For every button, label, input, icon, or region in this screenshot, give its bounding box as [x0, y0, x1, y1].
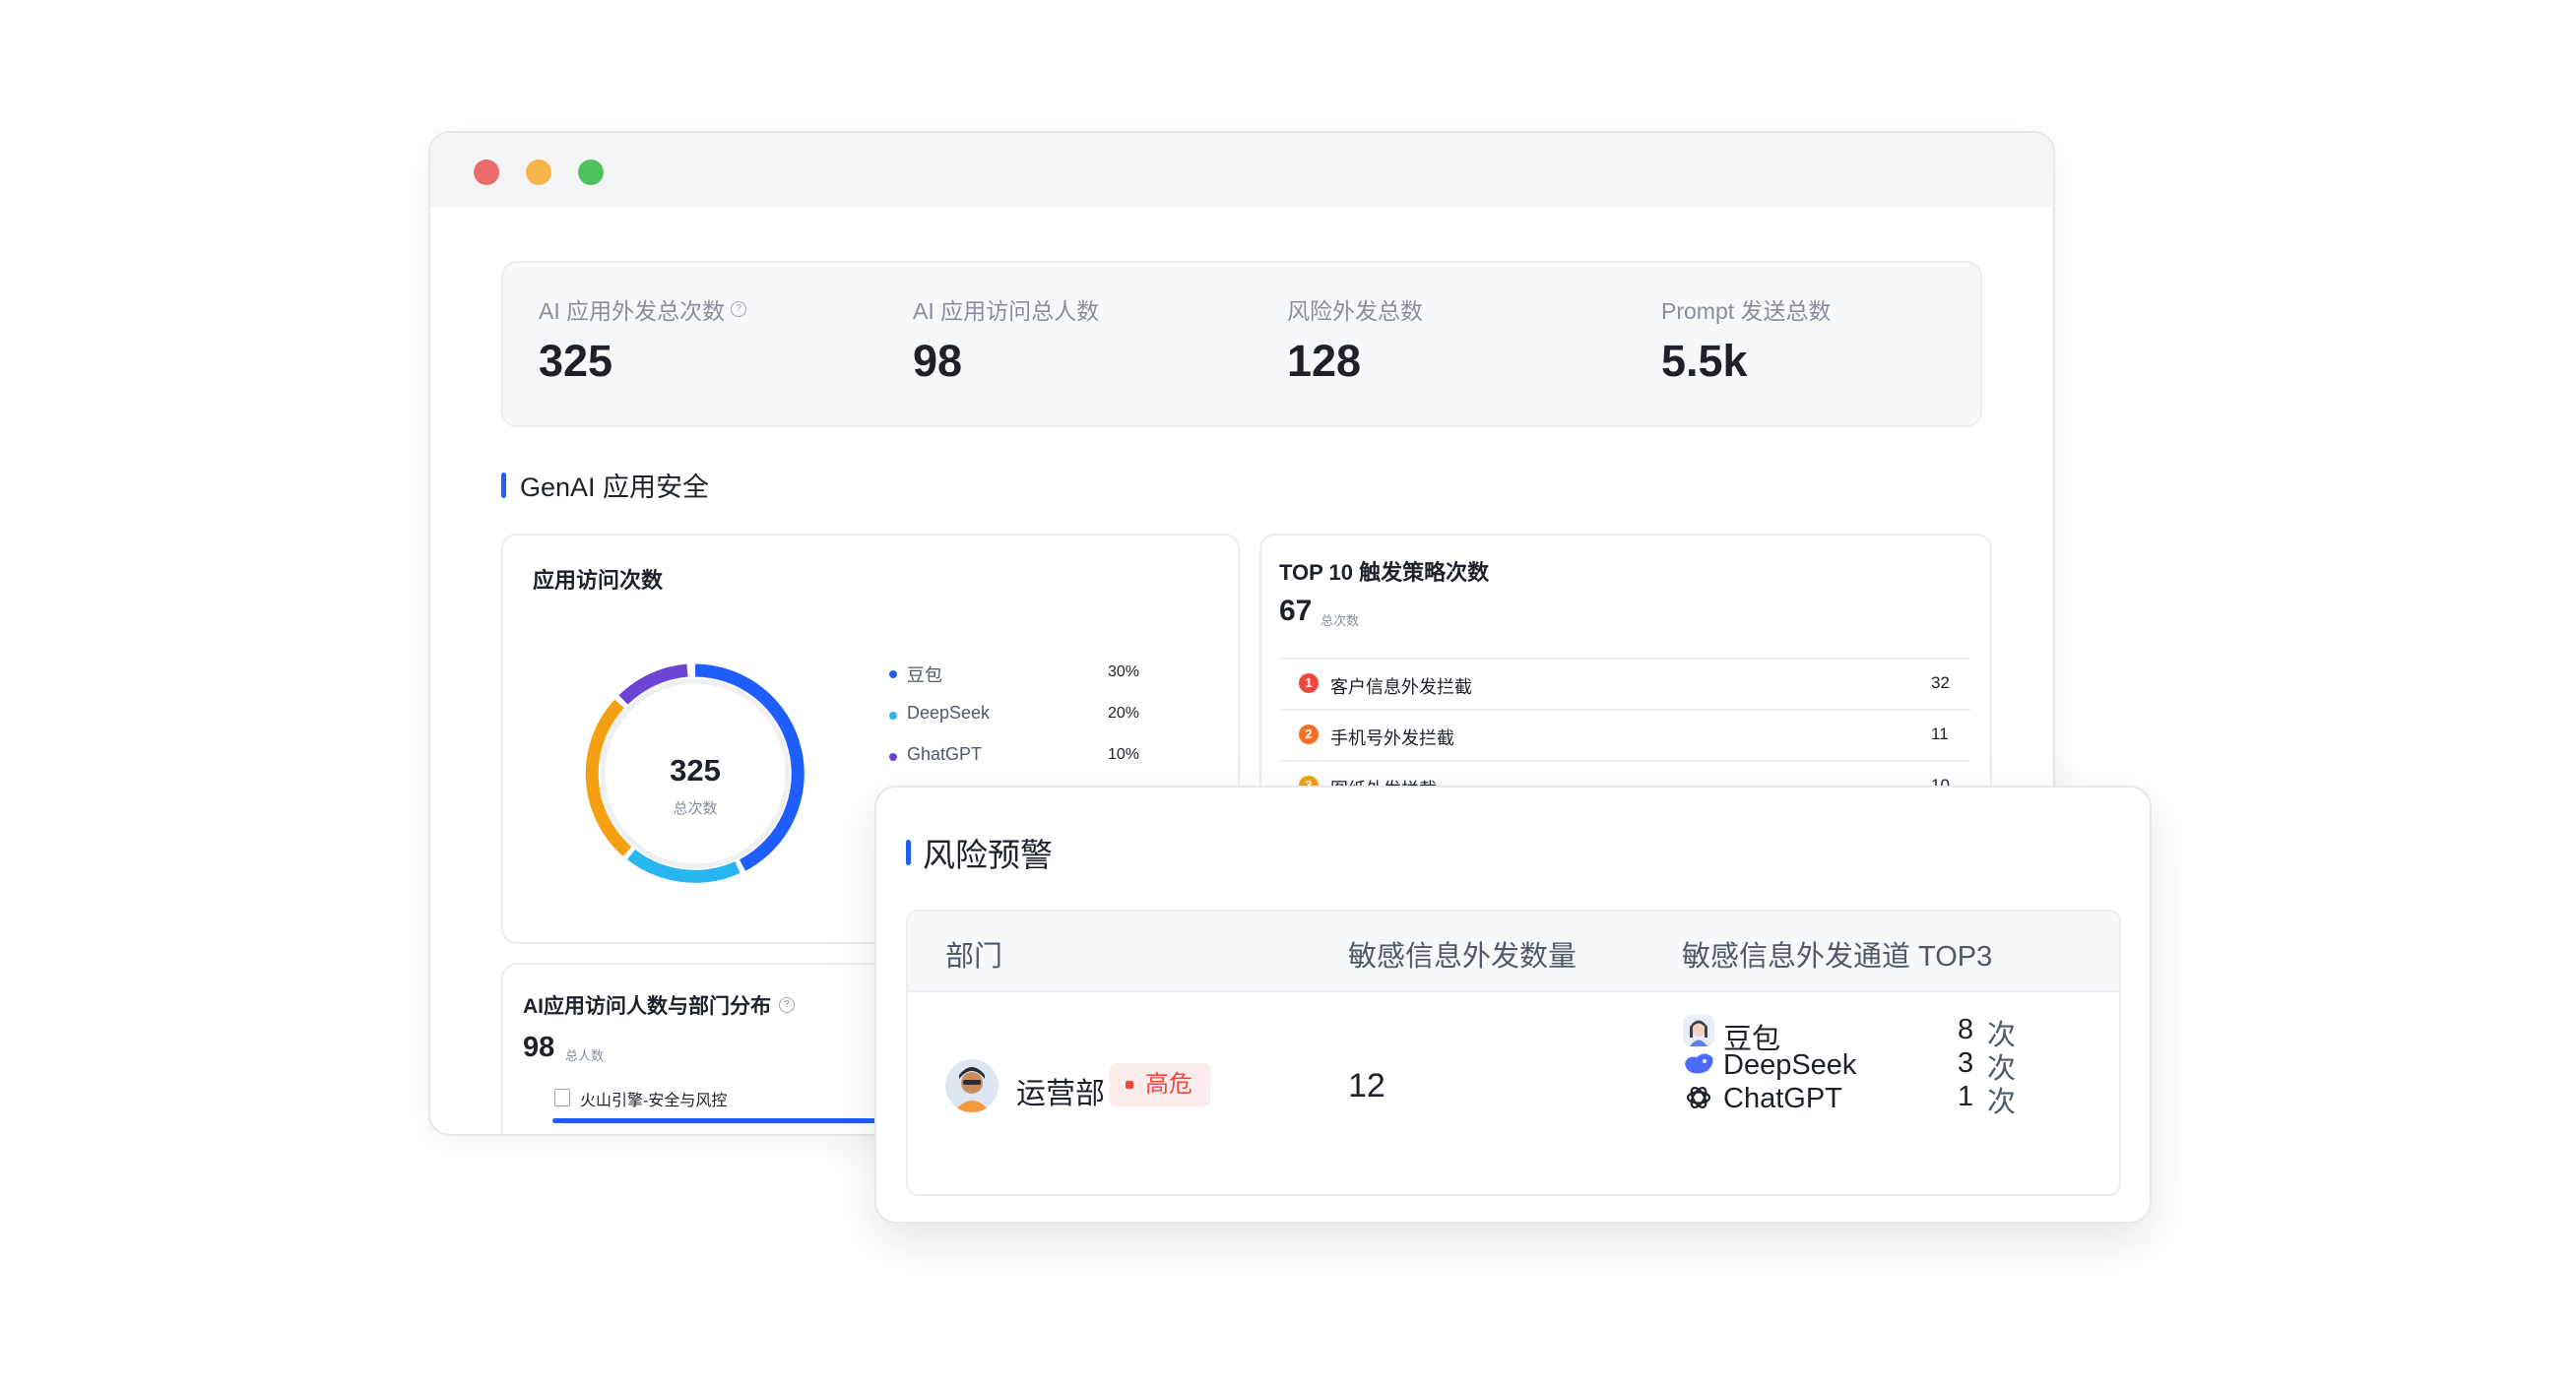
stat-total-outbound: AI 应用外发总次数? 325 [539, 292, 747, 387]
policy-count: 11 [1931, 725, 1949, 743]
risk-alert-card: 风险预警 部门 敏感信息外发数量 敏感信息外发通道 TOP3 运营部 高危 12 [874, 786, 2152, 1224]
channel-count: 1 [1958, 1081, 1974, 1112]
channel-unit: 次 [1987, 1087, 2017, 1118]
donut-chart: 325 总次数 [585, 663, 805, 883]
legend-dot [889, 670, 897, 678]
stat-label: AI 应用访问总人数 [913, 298, 1100, 324]
stat-risk-outbound: 风险外发总数 128 [1287, 292, 1423, 387]
sensitive-count: 12 [1348, 1067, 1385, 1104]
dept-total-label: 总人数 [565, 1048, 605, 1063]
legend-dot [889, 712, 897, 720]
legend-item: GhatGPT 10% [889, 744, 1185, 774]
risk-table: 部门 敏感信息外发数量 敏感信息外发通道 TOP3 运营部 高危 12 豆包 8… [906, 910, 2121, 1196]
stat-value: 128 [1287, 336, 1362, 386]
policy-row[interactable]: 1 客户信息外发拦截 32 [1281, 658, 1970, 711]
stat-label: Prompt 发送总数 [1661, 298, 1832, 324]
dept-row-label: 火山引擎-安全与风控 [580, 1093, 728, 1109]
legend-name: 豆包 [907, 665, 942, 685]
section-accent-bar [501, 472, 506, 498]
chatgpt-icon [1682, 1081, 1715, 1114]
column-header-channels: 敏感信息外发通道 TOP3 [1682, 941, 1993, 973]
legend-percent: 30% [1108, 663, 1140, 680]
close-window-button[interactable] [474, 159, 499, 185]
legend-percent: 20% [1108, 705, 1140, 722]
dept-total-value: 98 [523, 1032, 555, 1063]
card-title: TOP 10 触发策略次数 [1279, 560, 1490, 585]
top10-total-value: 67 [1279, 595, 1313, 627]
card-title: AI应用访问人数与部门分布 ? [523, 990, 795, 1020]
help-icon[interactable]: ? [779, 997, 795, 1013]
window-titlebar [430, 133, 2053, 207]
badge-dot [1126, 1081, 1133, 1089]
document-icon [554, 1089, 570, 1106]
help-icon[interactable]: ? [731, 301, 747, 317]
policy-count: 32 [1931, 673, 1950, 692]
stat-value: 98 [913, 336, 963, 386]
donut-total-value: 325 [670, 753, 721, 788]
legend-dot [889, 753, 897, 761]
card-title-text: AI应用访问人数与部门分布 [523, 995, 771, 1018]
risk-title: 风险预警 [906, 829, 1053, 876]
channel-name: ChatGPT [1723, 1083, 1842, 1114]
rank-badge: 2 [1299, 725, 1319, 744]
card-title: 应用访问次数 [533, 568, 664, 593]
policy-name: 客户信息外发拦截 [1330, 677, 1472, 697]
risk-level-badge: 高危 [1110, 1063, 1210, 1106]
legend-percent: 10% [1108, 746, 1140, 763]
stats-summary-panel: AI 应用外发总次数? 325 AI 应用访问总人数 98 风险外发总数 128… [501, 261, 1982, 427]
stat-value: 5.5k [1661, 336, 1748, 386]
stat-label: AI 应用外发总次数 [539, 298, 726, 324]
section-title: GenAI 应用安全 [501, 466, 709, 504]
legend-item: DeepSeek 20% [889, 703, 1185, 732]
column-header-dept: 部门 [945, 941, 1003, 973]
risk-level-text: 高危 [1145, 1071, 1192, 1098]
rank-badge: 1 [1299, 673, 1319, 693]
section-title-text: GenAI 应用安全 [520, 473, 710, 502]
policy-row[interactable]: 2 手机号外发拦截 11 [1281, 709, 1970, 762]
maximize-window-button[interactable] [578, 159, 604, 185]
risk-table-header: 部门 敏感信息外发数量 敏感信息外发通道 TOP3 [908, 912, 2119, 992]
legend-name: DeepSeek [907, 703, 991, 723]
channel-item[interactable]: ChatGPT 1 次 [1682, 1075, 2076, 1118]
section-accent-bar [906, 840, 911, 865]
stat-total-visitors: AI 应用访问总人数 98 [913, 292, 1099, 387]
legend-item: 豆包 30% [889, 662, 1185, 691]
legend-name: GhatGPT [907, 744, 983, 764]
donut-total-label: 总次数 [673, 800, 717, 817]
minimize-window-button[interactable] [526, 159, 551, 185]
avatar [945, 1059, 998, 1112]
donut-legend: 豆包 30% DeepSeek 20% GhatGPT 10% [889, 662, 1185, 780]
stat-prompt-total: Prompt 发送总数 5.5k [1661, 292, 1832, 387]
dept-name: 运营部 [1016, 1078, 1105, 1110]
risk-title-text: 风险预警 [923, 837, 1053, 873]
policy-name: 手机号外发拦截 [1330, 728, 1454, 748]
stat-value: 325 [539, 336, 613, 386]
top10-total-label: 总次数 [1320, 613, 1360, 628]
stat-label: 风险外发总数 [1287, 298, 1423, 324]
column-header-count: 敏感信息外发数量 [1348, 941, 1578, 973]
